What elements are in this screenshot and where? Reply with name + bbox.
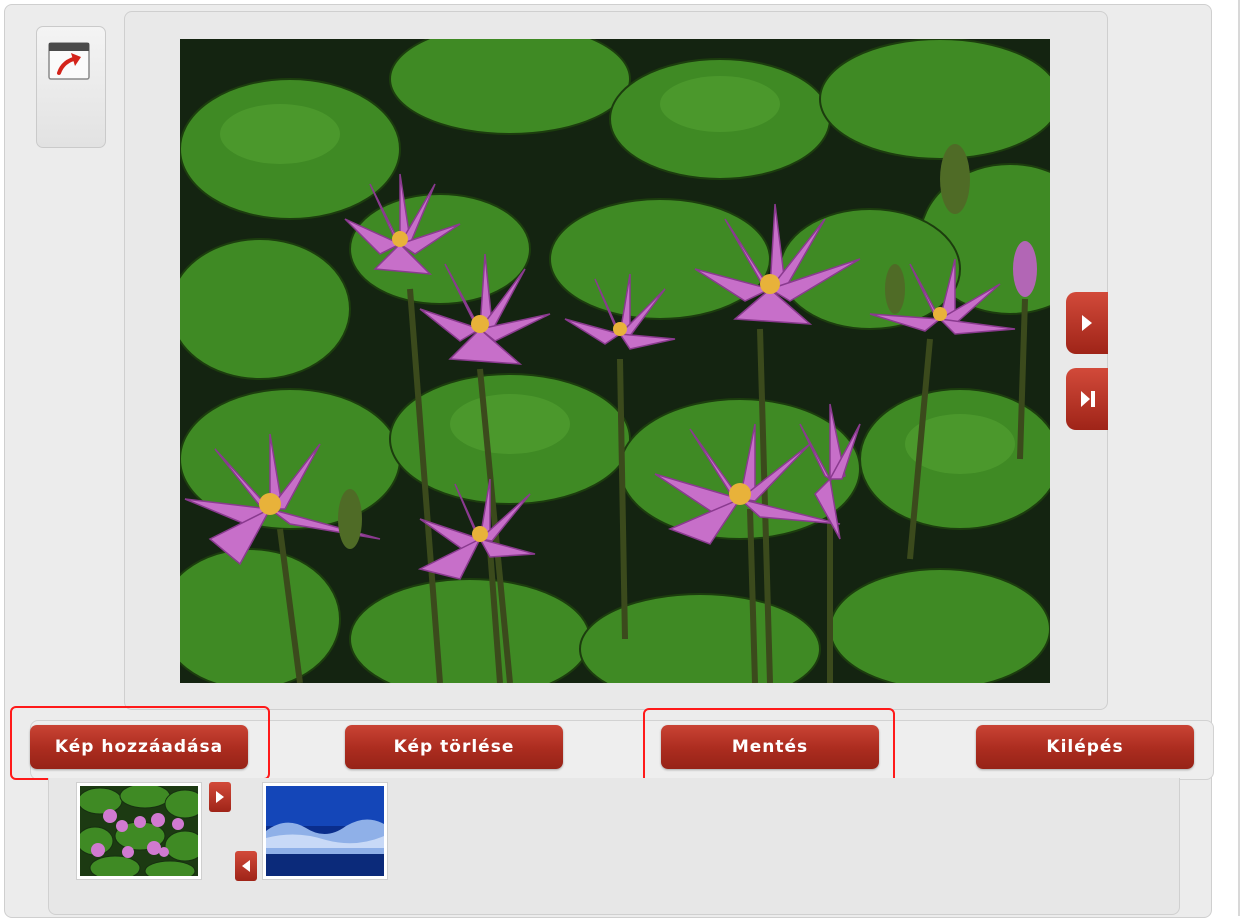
- last-image-button[interactable]: [1066, 368, 1108, 430]
- thumbnail-prev-button[interactable]: [235, 851, 257, 881]
- export-arrow-icon[interactable]: [47, 41, 91, 81]
- triangle-right-icon: [216, 791, 224, 803]
- main-image-water-lilies: [180, 39, 1050, 683]
- thumbnail-next-button[interactable]: [209, 782, 231, 812]
- save-button[interactable]: Mentés: [661, 725, 879, 769]
- side-tool-panel: [36, 26, 106, 148]
- add-image-button[interactable]: Kép hozzáadása: [30, 725, 248, 769]
- next-image-button[interactable]: [1066, 292, 1108, 354]
- play-icon: [1082, 315, 1092, 331]
- delete-image-button[interactable]: Kép törlése: [345, 725, 563, 769]
- thumbnail-water-lilies[interactable]: [76, 782, 202, 880]
- skip-to-end-icon: [1081, 391, 1095, 407]
- triangle-left-icon: [242, 860, 250, 872]
- window-divider: [1238, 0, 1240, 916]
- exit-button[interactable]: Kilépés: [976, 725, 1194, 769]
- thumbnail-blue-flowers[interactable]: [262, 782, 388, 880]
